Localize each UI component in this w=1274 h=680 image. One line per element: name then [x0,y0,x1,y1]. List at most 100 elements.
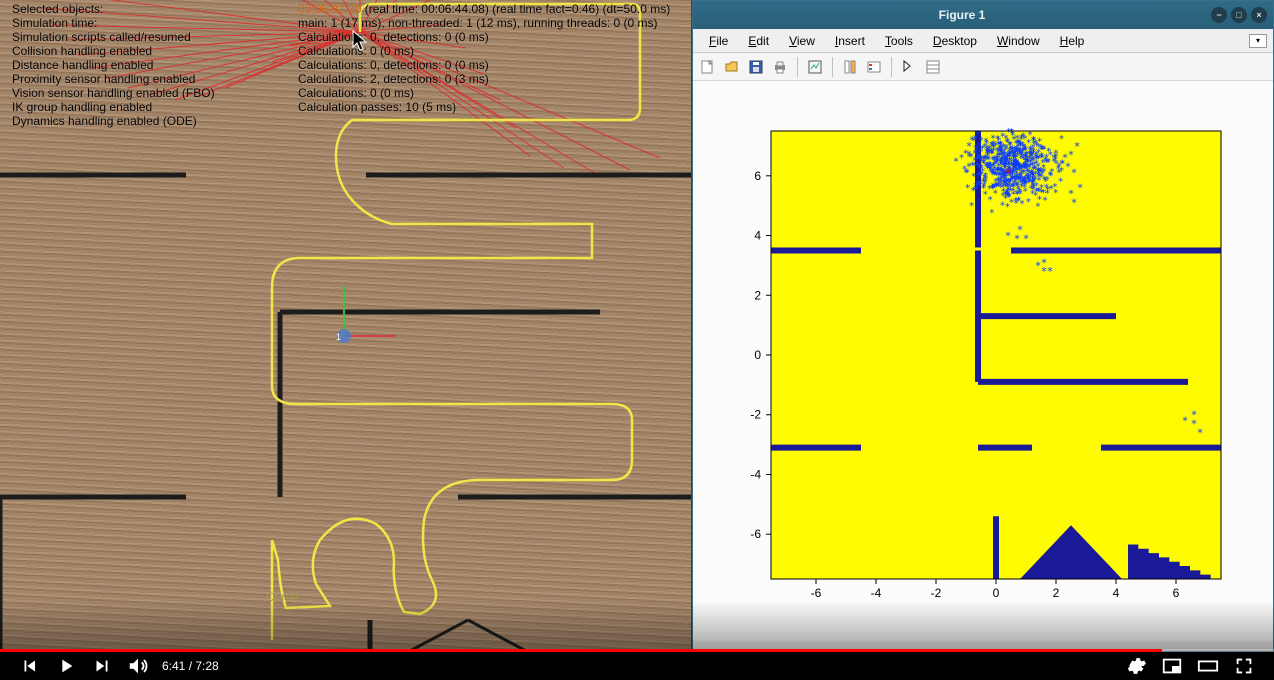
svg-text:*: * [1004,166,1011,180]
status-collision: Collision handling enabled [12,44,215,58]
legend-icon[interactable] [863,56,885,78]
toolbar-separator [832,57,833,77]
open-icon[interactable] [721,56,743,78]
print-icon[interactable] [769,56,791,78]
settings-button[interactable] [1118,652,1154,680]
figure-titlebar[interactable]: Figure 1 − □ × [693,1,1273,29]
next-button[interactable] [84,652,120,680]
svg-text:*: * [1077,182,1084,195]
svg-text:*: * [1005,229,1012,242]
svg-text:*: * [1040,145,1046,156]
svg-text:*: * [990,183,996,194]
figure-title: Figure 1 [713,8,1211,22]
svg-text:4: 4 [1113,586,1120,600]
svg-text:*: * [1015,196,1021,207]
status-dynamics-val: Calculation passes: 10 (5 ms) [298,100,670,114]
svg-text:*: * [1047,265,1054,278]
svg-text:*: * [1191,409,1198,422]
svg-text:*: * [1019,164,1025,175]
menu-edit[interactable]: Edit [738,32,779,50]
svg-text:*: * [1197,427,1204,440]
edit-plot-icon[interactable] [898,56,920,78]
svg-text:*: * [982,179,988,190]
menu-file[interactable]: File [699,32,738,50]
svg-text:*: * [1017,140,1023,151]
svg-text:*: * [973,184,979,195]
status-selected: Selected objects: [12,2,215,16]
svg-text:*: * [987,195,993,206]
menu-tools[interactable]: Tools [875,32,923,50]
svg-text:*: * [980,158,986,169]
new-figure-icon[interactable] [697,56,719,78]
status-vision-val: Calculations: 2, detections: 0 (3 ms) [298,72,670,86]
svg-text:*: * [959,153,965,164]
svg-text:*: * [984,148,990,159]
status-ik: IK group handling enabled [12,100,215,114]
svg-text:*: * [965,183,971,194]
svg-text:0: 0 [993,586,1000,600]
svg-text:*: * [1058,134,1064,145]
svg-text:*: * [953,157,959,168]
menu-help[interactable]: Help [1050,32,1095,50]
simulation-viewport[interactable]: 1 Selected objects: Simulation time: Sim… [0,0,692,652]
status-ik-val: Calculations: 0 (0 ms) [298,86,670,100]
svg-text:6: 6 [754,169,761,183]
status-simtime-rest: (real time: 00:06:44.08) (real time fact… [365,2,670,16]
status-proximity: Proximity sensor handling enabled [12,72,215,86]
theater-button[interactable] [1190,652,1226,680]
toolbar-separator [797,57,798,77]
menu-insert[interactable]: Insert [825,32,875,50]
svg-text:1: 1 [336,332,341,342]
figure-menubar: File Edit View Insert Tools Desktop Wind… [693,29,1273,53]
player-controls: 6:41 / 7:28 [0,652,1274,680]
window-close-button[interactable]: × [1251,7,1267,23]
svg-text:*: * [1031,160,1037,171]
save-icon[interactable] [745,56,767,78]
svg-text:2: 2 [1053,586,1060,600]
svg-text:*: * [1032,175,1038,186]
menu-more-dropdown[interactable]: ▾ [1249,34,1267,48]
status-dynamics: Dynamics handling enabled (ODE) [12,114,215,128]
time-display: 6:41 / 7:28 [162,659,219,673]
svg-text:*: * [972,155,979,168]
svg-text:*: * [968,201,974,212]
menu-window[interactable]: Window [987,32,1050,50]
status-proximity-val: Calculations: 0, detections: 0 (0 ms) [298,58,670,72]
miniplayer-button[interactable] [1154,652,1190,680]
svg-text:*: * [1013,152,1019,163]
window-maximize-button[interactable]: □ [1231,7,1247,23]
window-minimize-button[interactable]: − [1211,7,1227,23]
toolbar-separator [891,57,892,77]
svg-text:-2: -2 [931,586,942,600]
previous-button[interactable] [12,652,48,680]
menu-desktop[interactable]: Desktop [923,32,987,50]
svg-text:*: * [1074,140,1081,153]
fullscreen-button[interactable] [1226,652,1262,680]
status-distance: Distance handling enabled [12,58,215,72]
link-axes-icon[interactable] [804,56,826,78]
menu-view[interactable]: View [779,32,825,50]
simulation-status-overlay: Selected objects: Simulation time: Simul… [12,2,215,128]
svg-text:*: * [1003,188,1009,199]
figure-toolbar [693,53,1273,81]
svg-text:*: * [1017,178,1023,189]
svg-text:*: * [1071,197,1078,210]
svg-text:4: 4 [754,229,761,243]
svg-text:-2: -2 [750,408,761,422]
property-inspector-icon[interactable] [922,56,944,78]
svg-text:-6: -6 [750,527,761,541]
status-scripts-val: main: 1 (17 ms), non-threaded: 1 (12 ms)… [298,16,670,30]
colorbar-icon[interactable] [839,56,861,78]
svg-text:*: * [1071,167,1078,180]
svg-text:2: 2 [754,288,761,302]
play-button[interactable] [48,652,84,680]
figure-axes[interactable]: ****************************************… [693,81,1273,641]
status-vision: Vision sensor handling enabled (FBO) [12,86,215,100]
volume-button[interactable] [120,652,156,680]
svg-text:-4: -4 [750,467,761,481]
svg-text:*: * [1033,190,1039,201]
curve-label: Curve [266,590,298,604]
svg-text:*: * [998,155,1004,166]
status-simtime-val: 00:05:07.30 [298,2,361,16]
svg-text:*: * [1003,133,1009,144]
